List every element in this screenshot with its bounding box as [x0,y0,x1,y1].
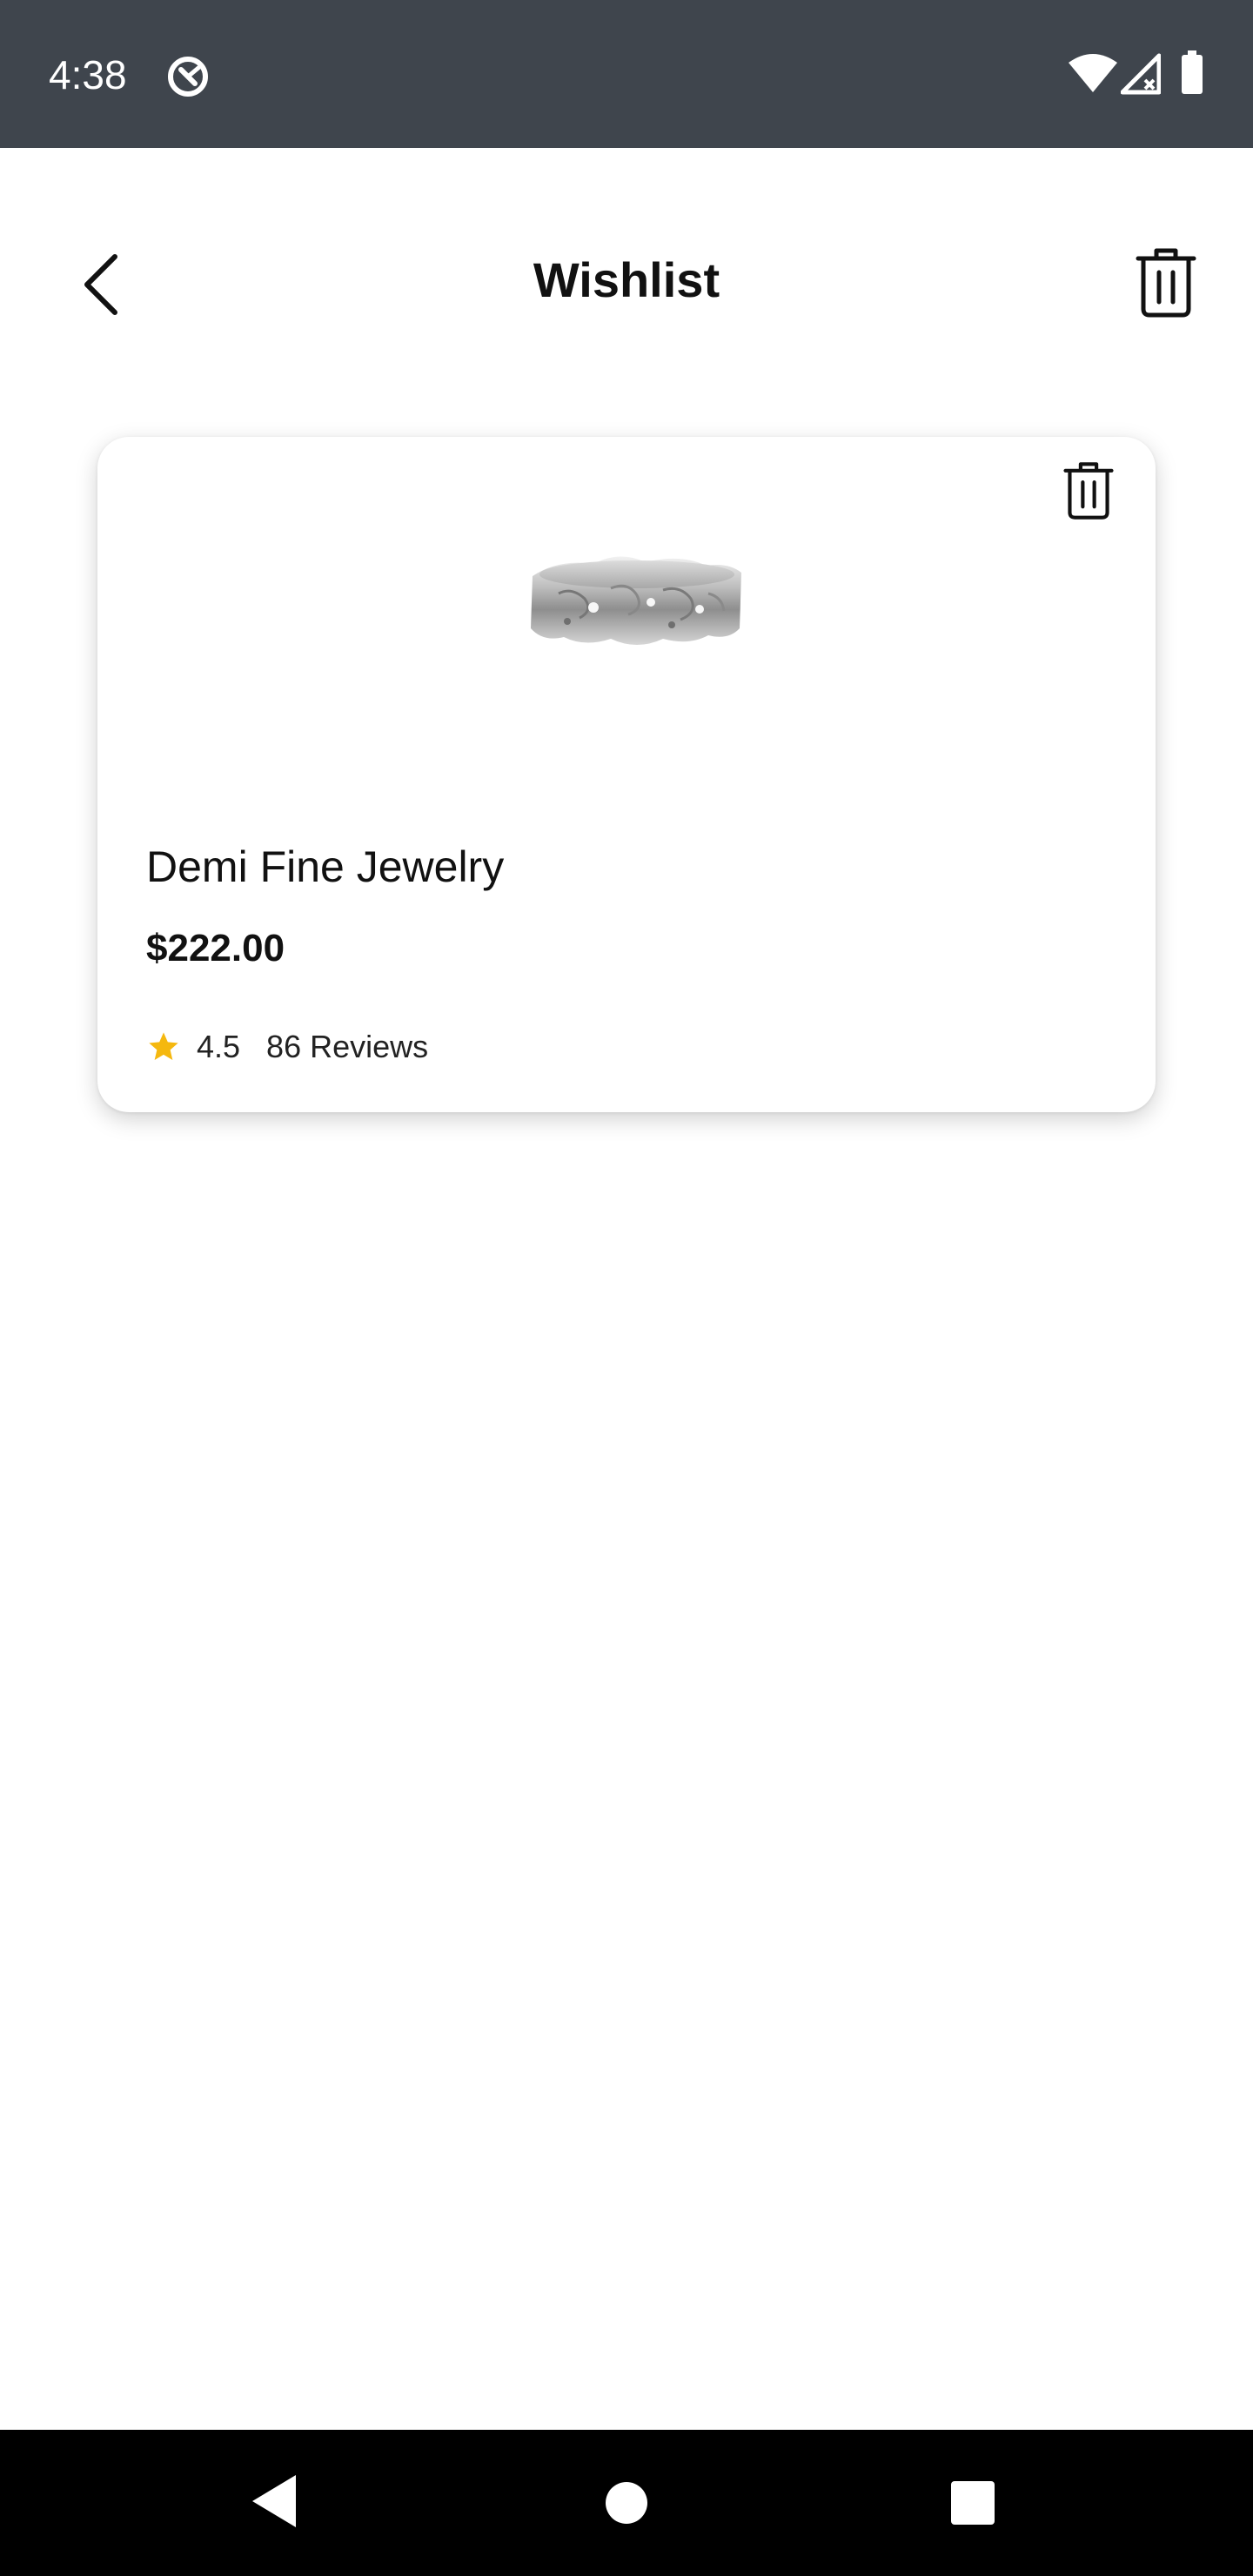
rating-value: 4.5 [197,1029,241,1064]
nav-back-icon[interactable] [249,2472,301,2531]
battery-icon [1182,50,1203,94]
remove-item-button[interactable] [1051,449,1126,533]
nav-home-icon[interactable] [604,2480,649,2526]
cell-signal-icon [1121,53,1161,95]
wishlist-item-card[interactable]: Demi Fine Jewelry $222.00 4.5 86 Reviews [97,437,1156,1112]
app-bar: Wishlist [0,148,1253,409]
trash-icon [1136,248,1196,318]
product-price: $222.00 [146,927,285,969]
wifi-icon [1069,54,1117,92]
system-navigation-bar [0,2430,1253,2576]
nav-recents-icon[interactable] [950,2480,995,2526]
page-title: Wishlist [533,252,720,307]
app-notification-icon [168,57,208,97]
product-name: Demi Fine Jewelry [146,842,505,891]
review-count: 86 Reviews [266,1029,429,1064]
status-time: 4:38 [49,52,127,97]
wishlist-screen: 4:38 Wishlist Demi Fine Jewelry $222.00 … [0,0,1253,2576]
trash-icon [1063,462,1114,520]
rating-row: 4.5 86 Reviews [146,1025,428,1069]
product-image-silver-ring [531,556,741,645]
status-bar: 4:38 [0,0,1253,148]
clear-wishlist-button[interactable] [1122,235,1209,331]
star-icon [149,1032,178,1060]
